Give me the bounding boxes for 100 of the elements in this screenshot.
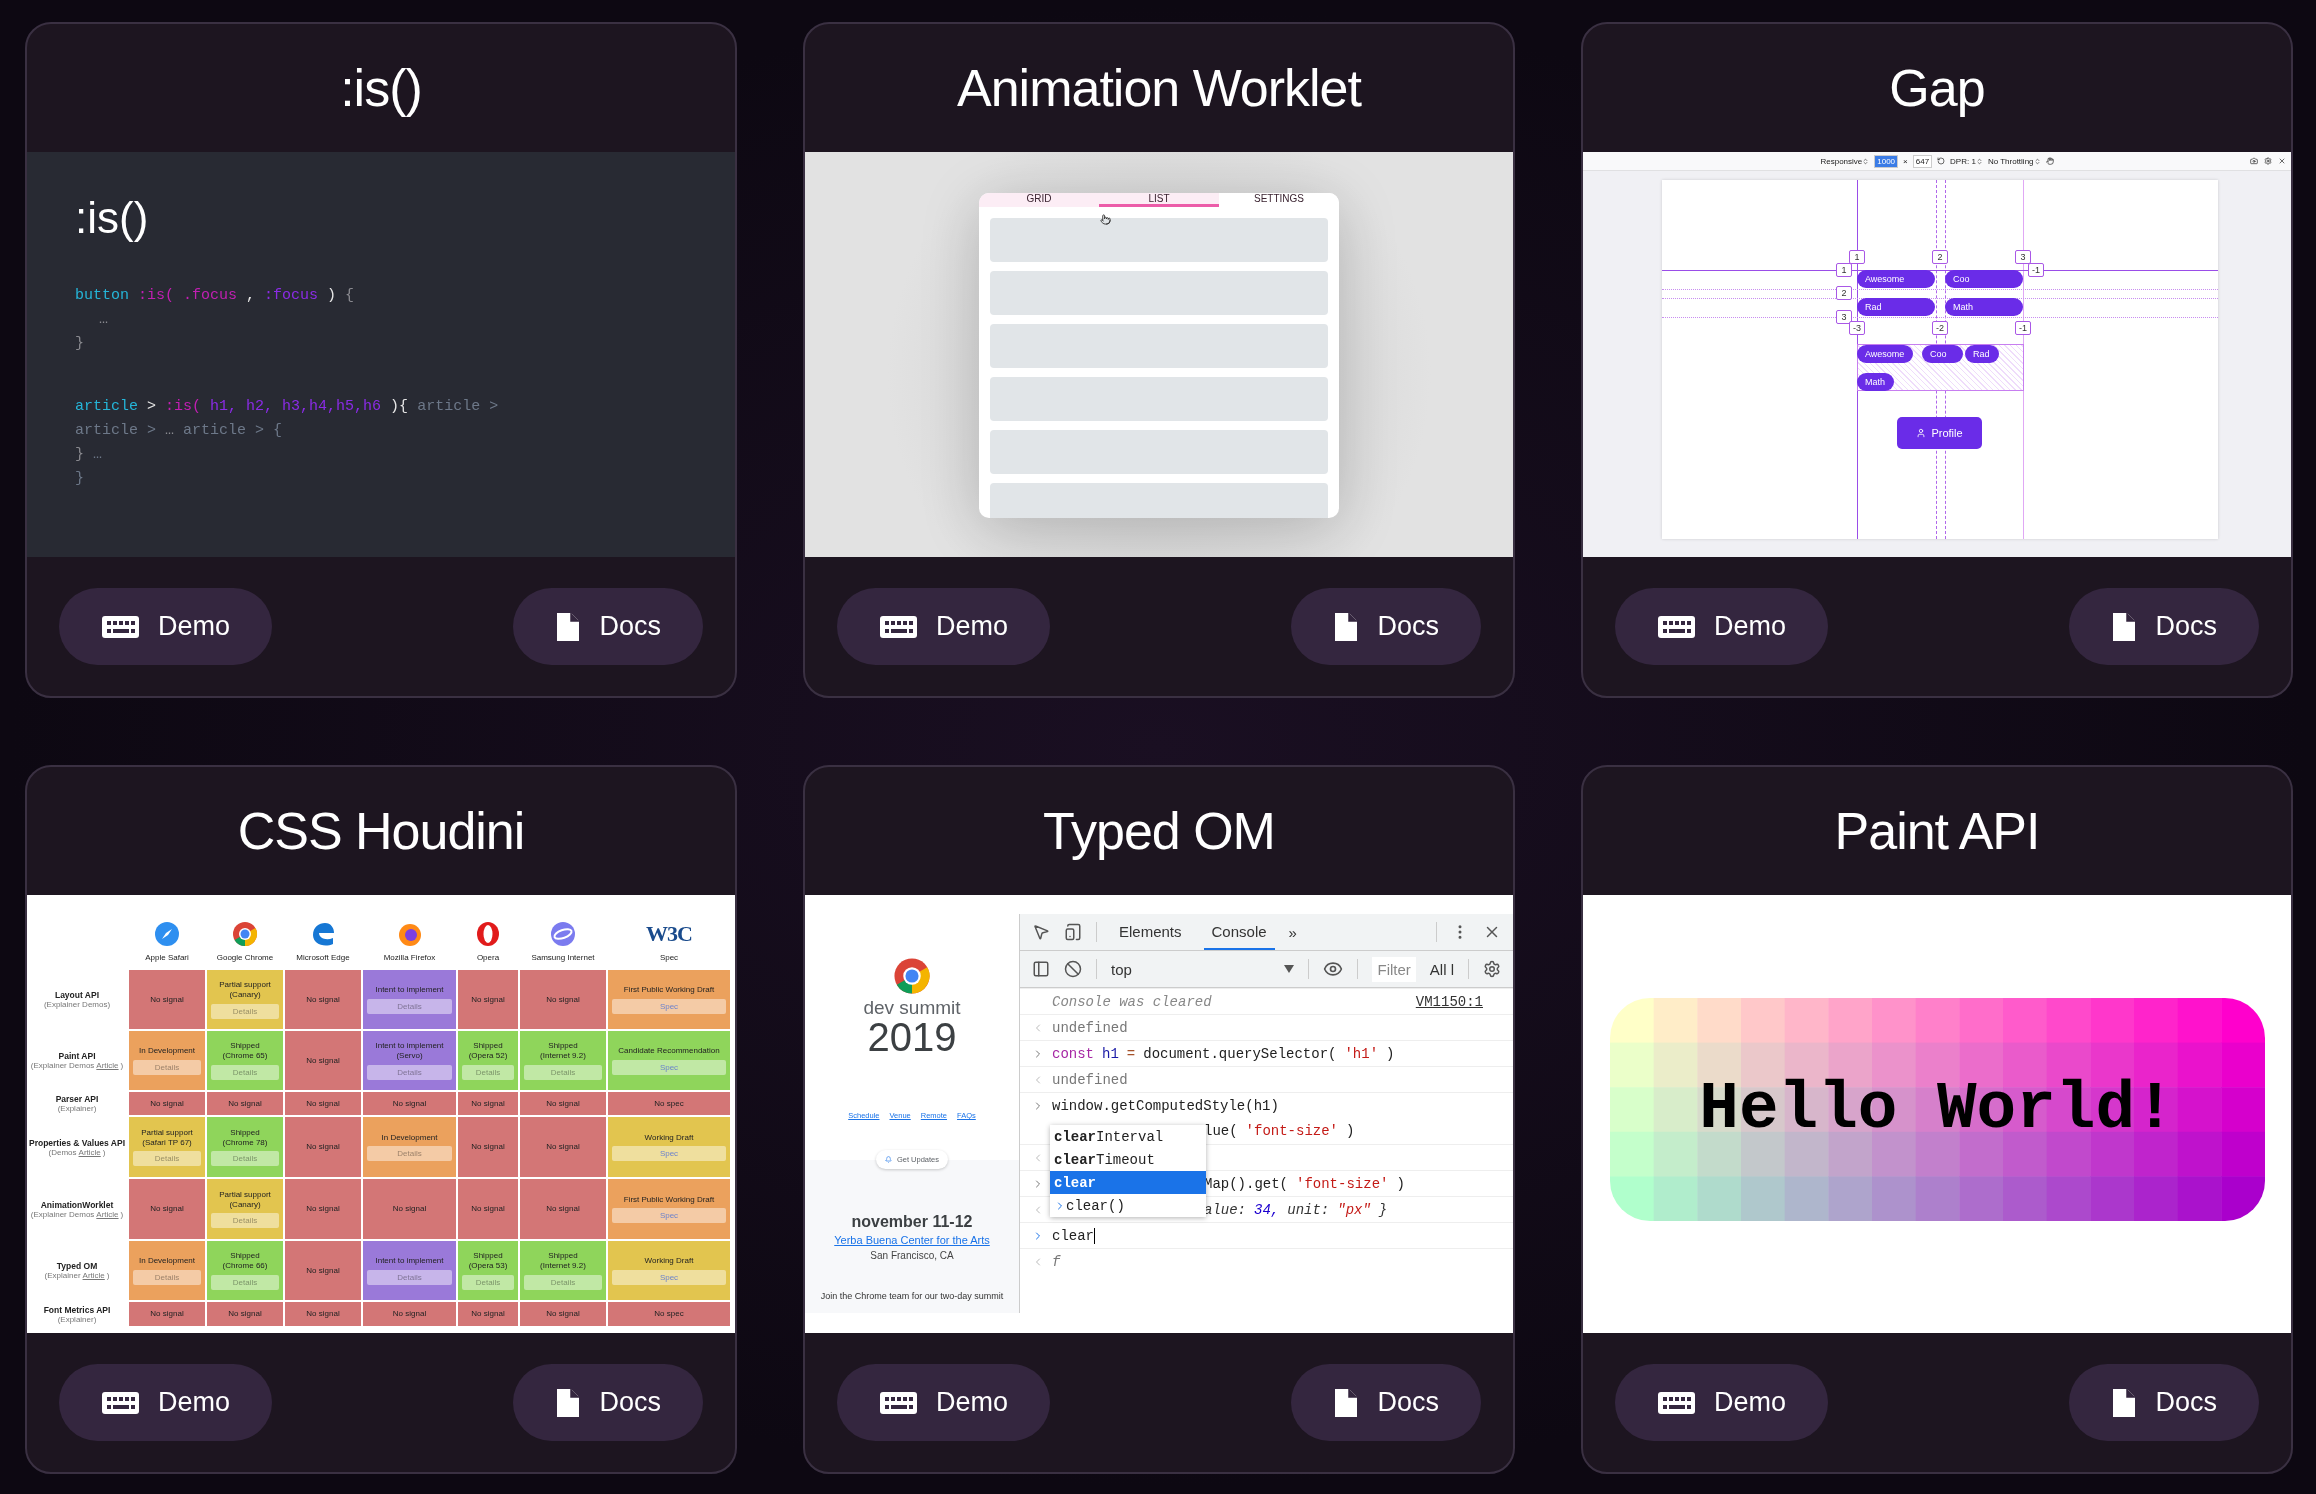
device-icon[interactable] — [1064, 923, 1082, 941]
status-text: No signal — [228, 1309, 262, 1319]
details-button[interactable]: Details — [462, 1274, 514, 1290]
status-text: No signal — [546, 994, 580, 1005]
device-select[interactable]: Responsive — [1820, 156, 1870, 166]
context-select[interactable]: top — [1111, 960, 1295, 978]
article-link[interactable]: Article — [82, 1271, 105, 1280]
tab[interactable]: LIST — [1099, 193, 1219, 207]
keyboard-icon — [879, 613, 918, 640]
more-tabs-button[interactable]: » — [1288, 923, 1297, 941]
inspect-icon[interactable] — [1032, 923, 1050, 941]
tab[interactable]: SETTINGS — [1219, 193, 1339, 207]
suggestion-item[interactable]: clearTimeout — [1050, 1148, 1206, 1171]
docs-button[interactable]: Docs — [513, 1364, 703, 1441]
spec-button[interactable]: Spec — [612, 998, 726, 1014]
code-token: article > — [417, 398, 499, 415]
grid-chip: Awesome — [1857, 270, 1935, 288]
filter-field[interactable]: Filter — [1372, 956, 1416, 982]
code-token: … — [93, 446, 103, 463]
details-button[interactable]: Details — [211, 1064, 279, 1080]
details-button[interactable]: Details — [367, 1146, 452, 1162]
line-number-badge: 3 — [1836, 310, 1852, 324]
details-button[interactable]: Details — [524, 1064, 602, 1080]
status-text: Shipped (Internet 9.2) — [540, 1251, 586, 1271]
article-link[interactable]: Article — [96, 1061, 119, 1070]
suggestion-item[interactable]: clearInterval — [1050, 1125, 1206, 1148]
code-token: ) — [327, 287, 337, 304]
status-text: Intent to implement — [375, 1256, 444, 1266]
profile-button[interactable]: Profile — [1897, 417, 1982, 449]
docs-button[interactable]: Docs — [513, 588, 703, 665]
demo-button[interactable]: Demo — [837, 1364, 1051, 1441]
details-button[interactable]: Details — [133, 1269, 201, 1285]
demo-button[interactable]: Demo — [1615, 1364, 1829, 1441]
opera-logo-icon — [475, 921, 501, 947]
hand-cursor-icon — [1100, 214, 1111, 225]
devtools-tab[interactable]: Elements — [1111, 914, 1190, 950]
touch-icon[interactable] — [2045, 157, 2054, 165]
api-sublabel: ) — [120, 1061, 124, 1070]
suggestion-item[interactable]: clear() — [1050, 1194, 1206, 1217]
height-field[interactable]: 647 — [1912, 154, 1933, 168]
api-sublabel: ) — [106, 1271, 110, 1280]
article-link[interactable]: Article — [78, 1147, 101, 1157]
dpr-select[interactable]: DPR: 1 — [1950, 156, 1983, 166]
docs-button[interactable]: Docs — [2069, 588, 2259, 665]
settings-icon[interactable] — [1483, 960, 1501, 978]
api-name: Paint API — [58, 1051, 96, 1061]
width-field[interactable]: 1000 — [1874, 154, 1899, 168]
close-icon[interactable] — [2278, 157, 2286, 165]
card-title: Animation Worklet — [957, 58, 1361, 118]
levels-select[interactable]: All l — [1429, 960, 1454, 978]
settings-icon[interactable] — [2264, 157, 2272, 165]
line-number-badge: -2 — [1932, 321, 1948, 335]
hello-world-text: Hello World! — [1699, 1071, 2175, 1147]
source-link[interactable]: VM1150:1 — [1415, 993, 1483, 1010]
details-button[interactable]: Details — [211, 1003, 279, 1019]
details-button[interactable]: Details — [211, 1213, 279, 1229]
demo-button[interactable]: Demo — [59, 588, 273, 665]
clear-icon[interactable] — [1064, 960, 1082, 978]
status-text: Shipped (Chrome 66) — [222, 1251, 268, 1271]
eye-icon[interactable] — [1323, 959, 1344, 979]
details-button[interactable]: Details — [133, 1059, 201, 1075]
api-name: Parser API — [55, 1094, 99, 1104]
line-number-badge: -1 — [2028, 263, 2044, 277]
sidebar-icon[interactable] — [1032, 960, 1050, 978]
status-text: No signal — [546, 1098, 580, 1109]
spec-button[interactable]: Spec — [612, 1208, 726, 1224]
demo-button[interactable]: Demo — [59, 1364, 273, 1441]
status-text: Shipped (Chrome 78) — [222, 1127, 268, 1148]
details-button[interactable]: Details — [524, 1274, 602, 1290]
docs-button[interactable]: Docs — [2069, 1364, 2259, 1441]
demo-button[interactable]: Demo — [1615, 588, 1829, 665]
rotate-icon[interactable] — [1937, 157, 1946, 165]
w3c-logo: W3C — [646, 921, 692, 947]
spec-button[interactable]: Spec — [612, 1146, 726, 1162]
details-button[interactable]: Details — [133, 1151, 201, 1167]
status-text: First Public Working Draft — [623, 1194, 715, 1205]
api-sublabel: ) — [102, 1147, 106, 1157]
docs-button[interactable]: Docs — [1291, 1364, 1481, 1441]
api-sublabel: (Explainer Demos — [30, 1061, 95, 1070]
details-button[interactable]: Details — [462, 1064, 514, 1080]
api-sublabel: (Demos — [48, 1147, 77, 1157]
demo-button[interactable]: Demo — [837, 588, 1051, 665]
status-text: Working Draft — [644, 1256, 694, 1266]
article-link[interactable]: Article — [96, 1209, 119, 1219]
venue-link[interactable]: Yerba Buena Center for the Arts — [834, 1234, 990, 1246]
column-header: Mozilla Firefox — [383, 953, 436, 962]
spec-button[interactable]: Spec — [612, 1059, 726, 1075]
code-token: document.querySelector( — [1143, 1045, 1337, 1062]
chrome-logo-icon — [893, 957, 931, 995]
suggestion-item[interactable]: clear — [1050, 1171, 1206, 1194]
throttling-select[interactable]: No Throttling — [1987, 156, 2041, 166]
status-text: No signal — [471, 1309, 505, 1319]
screenshot-icon[interactable] — [2250, 157, 2258, 165]
docs-button[interactable]: Docs — [1291, 588, 1481, 665]
details-button[interactable]: Details — [211, 1151, 279, 1167]
grid-chip: Coo — [1945, 270, 2023, 288]
tab[interactable]: GRID — [979, 193, 1099, 207]
details-button[interactable]: Details — [211, 1274, 279, 1290]
spec-button[interactable]: Spec — [612, 1269, 726, 1285]
status-text: In Development — [139, 1046, 195, 1056]
